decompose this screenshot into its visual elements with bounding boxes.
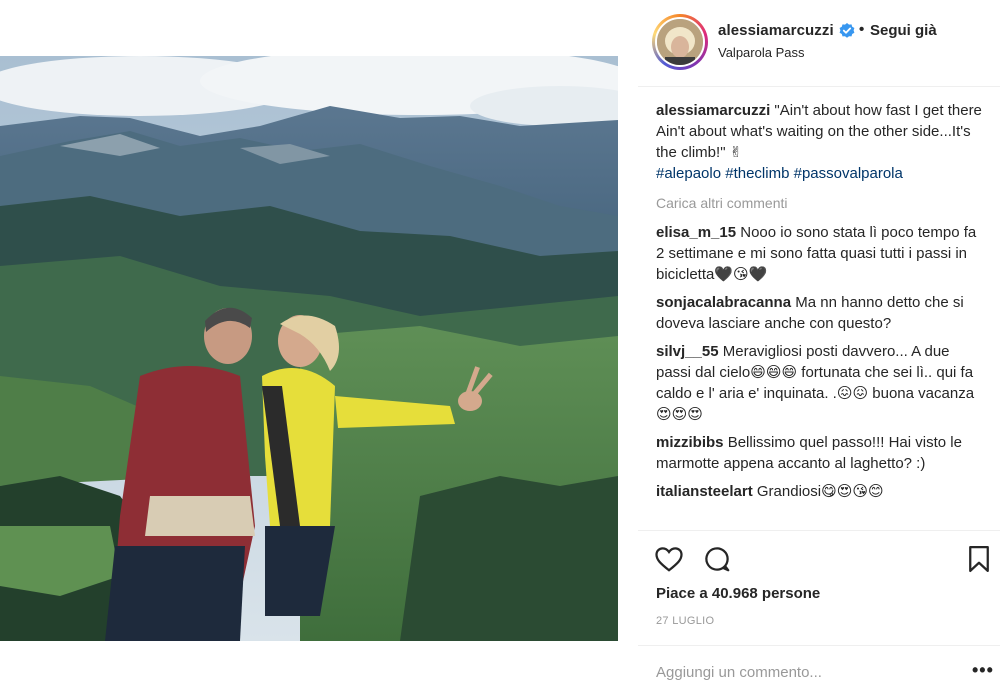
comments-list: alessiamarcuzzi "Ain't about how fast I … xyxy=(656,100,986,509)
comment-bubble-icon xyxy=(705,547,730,572)
caption-username[interactable]: alessiamarcuzzi xyxy=(656,102,770,119)
story-ring[interactable] xyxy=(652,14,708,70)
heart-icon xyxy=(655,547,683,572)
verified-badge-icon xyxy=(839,23,855,38)
post-header: alessiamarcuzzi • Segui già Valparola Pa… xyxy=(638,12,1000,72)
divider xyxy=(638,645,1000,646)
hashtag-link[interactable]: #passovalparola xyxy=(794,165,903,182)
divider xyxy=(638,530,1000,531)
add-comment-input[interactable] xyxy=(656,660,956,684)
post-caption: alessiamarcuzzi "Ain't about how fast I … xyxy=(656,100,986,184)
divider xyxy=(638,86,1000,87)
comment-item: elisa_m_15 Nooo io sono stata lì poco te… xyxy=(656,222,986,285)
header-username[interactable]: alessiamarcuzzi xyxy=(718,22,834,39)
post-date[interactable]: 27 LUGLIO xyxy=(656,615,714,627)
more-options-button[interactable]: ••• xyxy=(972,660,994,681)
load-more-comments-button[interactable]: Carica altri commenti xyxy=(656,193,986,214)
action-bar xyxy=(654,544,1000,576)
like-button[interactable] xyxy=(654,544,686,576)
bookmark-icon xyxy=(969,546,989,572)
comment-username[interactable]: mizzibibs xyxy=(656,434,724,451)
location-link[interactable]: Valparola Pass xyxy=(718,45,804,60)
post-image xyxy=(0,56,618,641)
separator-dot: • xyxy=(859,21,865,38)
comment-item: mizzibibs Bellissimo quel passo!!! Hai v… xyxy=(656,432,986,474)
avatar-image xyxy=(657,19,703,65)
likes-count[interactable]: Piace a 40.968 persone xyxy=(656,585,820,602)
comment-item: italiansteelart Grandiosi😋😍😘😊 xyxy=(656,481,986,502)
save-button[interactable] xyxy=(964,544,996,576)
comment-username[interactable]: italiansteelart xyxy=(656,483,753,500)
hashtag-link[interactable]: #theclimb xyxy=(725,165,789,182)
comment-username[interactable]: elisa_m_15 xyxy=(656,224,736,241)
following-button[interactable]: Segui già xyxy=(870,22,937,39)
comment-username[interactable]: silvj__55 xyxy=(656,343,719,360)
comment-text: Grandiosi😋😍😘😊 xyxy=(756,483,884,500)
comment-username[interactable]: sonjacalabracanna xyxy=(656,294,791,311)
comment-button[interactable] xyxy=(702,544,734,576)
hashtag-link[interactable]: #alepaolo xyxy=(656,165,721,182)
post-photo[interactable] xyxy=(0,56,618,641)
avatar[interactable] xyxy=(655,17,705,67)
post-details-panel: alessiamarcuzzi • Segui già Valparola Pa… xyxy=(638,0,1000,700)
comment-item: sonjacalabracanna Ma nn hanno detto che … xyxy=(656,292,986,334)
comment-item: silvj__55 Meravigliosi posti davvero... … xyxy=(656,341,986,425)
